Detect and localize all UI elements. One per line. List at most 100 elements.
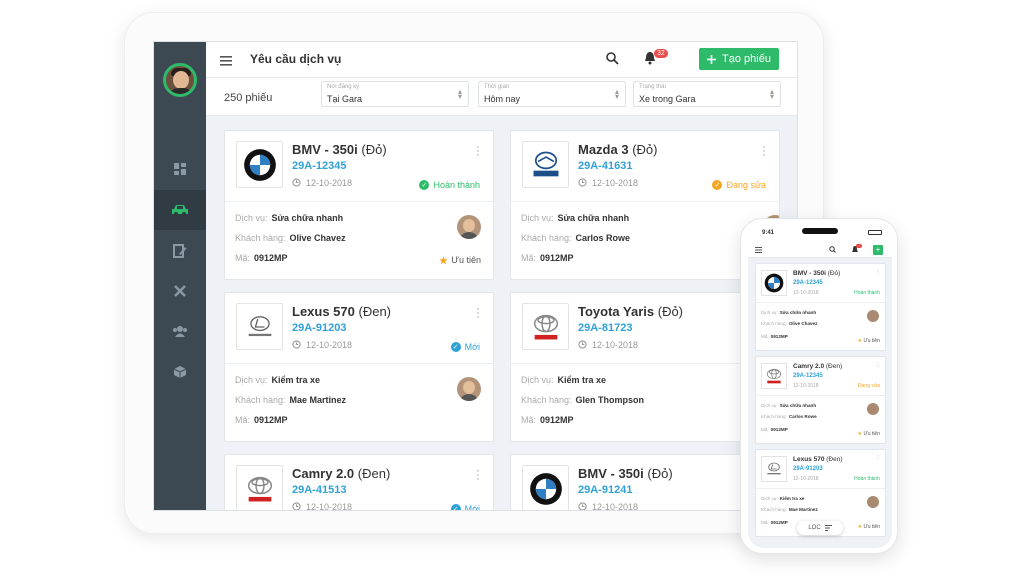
code-row: Mã: 0912MP <box>235 253 288 263</box>
vehicle-model: Camry 2.0 <box>292 466 355 481</box>
service-value: Sửa chữa nhanh <box>779 310 817 315</box>
ticket-date: 12-10-2018 <box>292 502 352 510</box>
card-divider <box>225 201 493 202</box>
filter-button[interactable]: LỌC <box>797 521 843 535</box>
tablet-frame: Yêu cầu dịch vụ 32 Tạo phiếu 250 phiếu N… <box>124 12 824 534</box>
status-label: Mới <box>464 342 480 352</box>
customer-row: Khách hàng: Carlos Rowe <box>521 233 630 243</box>
status-dot-icon: ✓ <box>450 504 461 510</box>
clock-icon <box>292 340 301 349</box>
search-button[interactable] <box>606 52 619 70</box>
kebab-icon[interactable]: ··· <box>877 453 879 463</box>
ticket-date: 12-10-2018 <box>292 340 352 350</box>
brand-logo <box>761 456 787 482</box>
sidebar-item-customers[interactable] <box>154 311 206 351</box>
license-plate: 29A-12345 <box>793 373 823 379</box>
clock-icon <box>578 502 587 510</box>
box-icon <box>173 366 187 378</box>
customer-label: Khách hàng: <box>761 507 787 512</box>
kebab-icon[interactable]: ··· <box>476 140 480 160</box>
code-label: Mã: <box>761 520 769 525</box>
customer-avatar[interactable] <box>457 377 481 401</box>
license-plate: 29A-41631 <box>578 160 633 172</box>
time-select-value: Hôm nay <box>484 94 521 104</box>
ticket-date-value: 12-10-2018 <box>306 340 353 350</box>
customer-avatar[interactable] <box>457 215 481 239</box>
license-plate: 29A-12345 <box>292 160 347 172</box>
search-icon[interactable] <box>829 246 836 253</box>
menu-button[interactable] <box>220 53 232 71</box>
customer-avatar[interactable] <box>867 310 879 322</box>
service-label: Dịch vụ: <box>521 213 554 223</box>
vehicle-color: (Đen) <box>357 466 391 481</box>
time-select[interactable]: Thời gian Hôm nay ▴ ▾ <box>478 81 626 107</box>
code-value: 0912MP <box>770 427 788 432</box>
brand-logo <box>236 465 283 510</box>
customer-value: Carlos Rowe <box>575 233 631 243</box>
star-icon: ★ <box>857 524 863 530</box>
kebab-icon[interactable]: ··· <box>877 360 879 370</box>
phone-notch <box>802 228 838 234</box>
vehicle-color: (Đỏ) <box>657 304 684 319</box>
customer-row: Khách hàng: Carlos Rowe <box>761 414 817 419</box>
customer-value: Mae Martinez <box>788 507 818 512</box>
location-select[interactable]: Nơi đăng ký Tại Gara ▴ ▾ <box>321 81 469 107</box>
sidebar-item-service-requests[interactable] <box>154 190 206 230</box>
toyota-logo-icon <box>533 314 558 339</box>
priority-label: Ưu tiên <box>863 431 880 437</box>
status-label: Hoàn thành <box>433 180 480 190</box>
service-row: Dịch vụ: Sửa chữa nhanh <box>761 310 816 315</box>
customer-avatar[interactable] <box>867 403 879 415</box>
menu-icon[interactable] <box>755 247 762 253</box>
code-row: Mã: 0912MP <box>761 520 788 525</box>
sidebar-item-inventory[interactable] <box>154 352 206 392</box>
location-select-value: Tại Gara <box>327 94 363 104</box>
sidebar-item-dashboard[interactable] <box>154 149 206 189</box>
ticket-card[interactable]: Camry 2.0 (Đen) 29A-41513 12-10-2018 · · · ✓ Mớ… <box>224 454 494 511</box>
sidebar-item-forms[interactable] <box>154 231 206 271</box>
clock-icon <box>578 340 587 349</box>
ticket-card[interactable]: BMV - 350i (Đỏ) 29A-12345 12-10-2018 · · · ✓ Ho… <box>224 130 494 280</box>
status-select[interactable]: Trạng thái Xe trong Gara ▴ ▾ <box>633 81 781 107</box>
plus-icon <box>707 54 717 64</box>
phone-ticket-card[interactable]: BMV - 350i (Đỏ) 29A-12345 12-10-2018 Hoàn t… <box>755 263 886 351</box>
kebab-icon[interactable]: ··· <box>476 464 480 484</box>
customer-avatar[interactable] <box>867 496 879 508</box>
sidebar-item-tools[interactable] <box>154 271 206 311</box>
kebab-icon[interactable]: ··· <box>762 140 766 160</box>
priority-tag: ★ Ưu tiên <box>858 431 880 437</box>
time-select-label: Thời gian <box>484 84 510 90</box>
status-badge: Đang sửa <box>858 383 880 389</box>
phone-ticket-card[interactable]: Camry 2.0 (Đen) 29A-12345 12-10-2018 Đang s… <box>755 356 886 444</box>
tools-icon <box>174 285 186 297</box>
customer-row: Khách hàng: Mae Martinez <box>761 507 818 512</box>
service-row: Dịch vụ: Sửa chữa nhanh <box>521 213 629 223</box>
code-row: Mã: 0912MP <box>235 415 288 425</box>
phone-top-bar: + <box>748 242 892 258</box>
filter-label: LỌC <box>808 525 821 531</box>
priority-tag: Ưu tiên <box>439 255 481 265</box>
service-row: Dịch vụ: Kiểm tra xe <box>235 375 320 385</box>
vehicle-color: (Đỏ) <box>632 142 658 157</box>
code-value: 0912MP <box>254 415 288 425</box>
customer-row: Khách hàng: Olive Chavez <box>235 233 346 243</box>
card-divider <box>756 488 885 489</box>
create-ticket-button[interactable]: Tạo phiếu <box>699 48 779 70</box>
customer-label: Khách hàng: <box>761 321 787 326</box>
priority-tag: ★ Ưu tiên <box>858 338 880 344</box>
kebab-icon[interactable]: ··· <box>877 267 879 277</box>
create-ticket-button[interactable]: + <box>873 245 883 255</box>
status-label: Mới <box>464 504 480 511</box>
mazda-logo-icon <box>533 151 558 176</box>
license-plate: 29A-91241 <box>578 484 633 496</box>
vehicle-name: Lexus 570 (Đen) <box>793 456 843 463</box>
kebab-icon[interactable]: ··· <box>476 302 480 322</box>
tablet-screen: Yêu cầu dịch vụ 32 Tạo phiếu 250 phiếu N… <box>153 41 798 511</box>
ticket-date: 12-10-2018 <box>793 476 819 482</box>
ticket-count: 250 phiếu <box>224 92 273 104</box>
top-bar: Yêu cầu dịch vụ 32 Tạo phiếu <box>206 42 797 78</box>
ticket-card[interactable]: Lexus 570 (Đen) 29A-91203 12-10-2018 · · · ✓ Mớ… <box>224 292 494 442</box>
avatar[interactable] <box>163 63 197 97</box>
customer-value: Mae Martinez <box>289 395 347 405</box>
customer-label: Khách hàng: <box>521 395 572 405</box>
